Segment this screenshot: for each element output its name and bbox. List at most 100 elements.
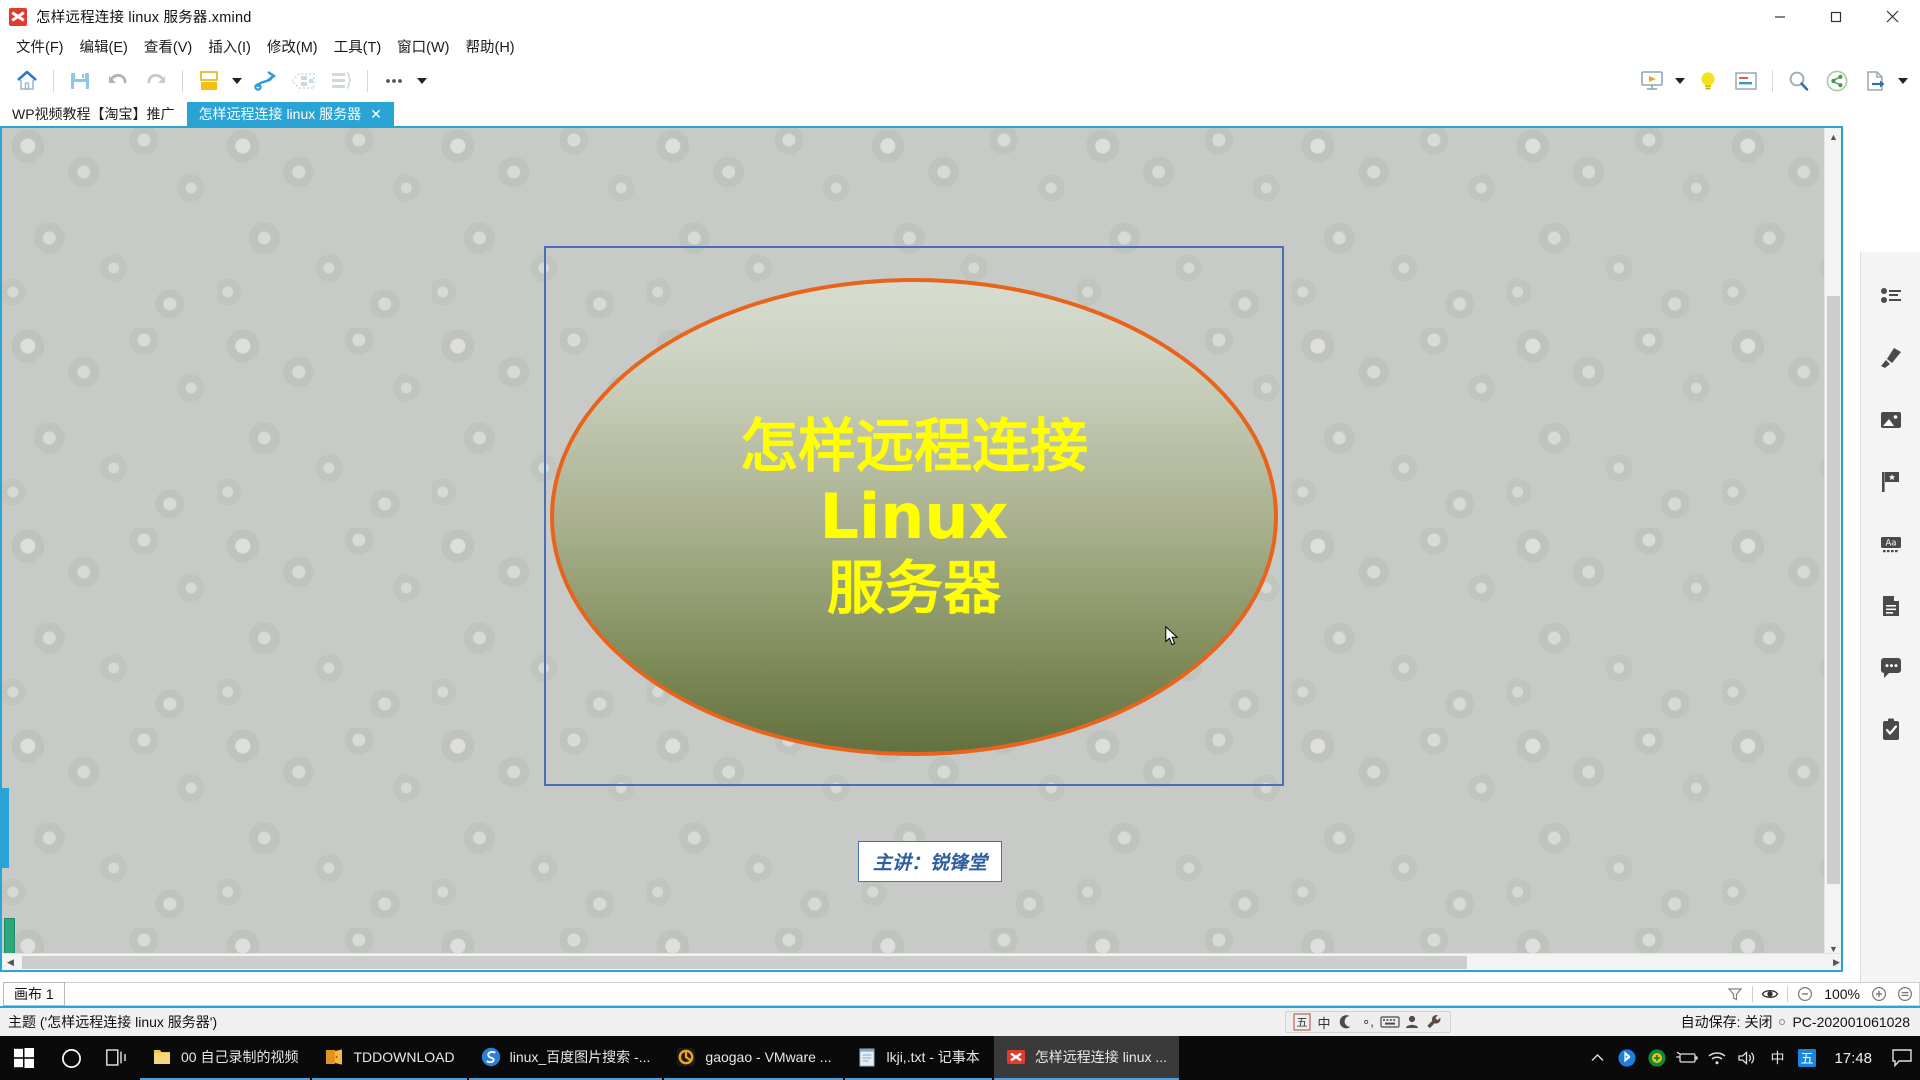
canvas-background: 怎样远程连接 Linux 服务器 主讲：锐锋堂 01:23 <box>2 128 1841 970</box>
windows-start-icon[interactable] <box>0 1036 48 1080</box>
comment-icon[interactable] <box>1869 646 1913 690</box>
notification-icon[interactable] <box>1884 1036 1920 1080</box>
canvas-tab-right-controls: 100% <box>1722 982 1918 1006</box>
taskbar-item-baidu-image-search[interactable]: linux_百度图片搜索 -... <box>468 1036 663 1080</box>
vmware-icon <box>676 1047 696 1067</box>
window-controls <box>1752 0 1920 33</box>
svg-text:五: 五 <box>1801 1052 1814 1067</box>
ime-punctuation-icon[interactable]: ∘, <box>1357 1012 1379 1032</box>
eye-icon[interactable] <box>1757 982 1783 1006</box>
menu-tools[interactable]: 工具(T) <box>327 34 389 59</box>
ime-wubi-icon[interactable]: 五 <box>1792 1036 1822 1080</box>
wifi-icon[interactable] <box>1702 1036 1732 1080</box>
menu-window[interactable]: 窗口(W) <box>390 34 456 59</box>
topic-icon[interactable] <box>190 64 228 98</box>
relationship-icon[interactable] <box>246 64 284 98</box>
volume-icon[interactable] <box>1732 1036 1762 1080</box>
taskbar-item-vmware[interactable]: gaogao - VMware ... <box>664 1036 844 1080</box>
more-icon[interactable] <box>375 64 413 98</box>
mindmap-canvas[interactable]: 怎样远程连接 Linux 服务器 主讲：锐锋堂 01:23 <box>0 126 1843 972</box>
canvas-vertical-scrollbar[interactable]: ▲ ▼ <box>1824 128 1841 970</box>
vertical-scroll-thumb[interactable] <box>1827 296 1840 884</box>
menu-help[interactable]: 帮助(H) <box>459 34 522 59</box>
scroll-up-icon[interactable]: ▲ <box>1825 128 1841 145</box>
filter-icon[interactable] <box>1722 982 1748 1006</box>
scroll-left-icon[interactable]: ◀ <box>2 954 19 970</box>
export-dropdown-caret[interactable] <box>1894 64 1912 98</box>
sogou-browser-icon <box>481 1047 501 1067</box>
canvas-tab-1[interactable]: 画布 1 <box>3 982 65 1006</box>
properties-icon[interactable] <box>1869 274 1913 318</box>
taskbar-clock[interactable]: 17:48 <box>1822 1050 1884 1067</box>
maximize-button[interactable] <box>1808 0 1864 33</box>
taskbar-item-xmind[interactable]: 怎样远程连接 linux ... <box>993 1036 1180 1080</box>
windows-taskbar: 00 自己录制的视频 TDDOWNLOAD linux_百度图片搜索 -... <box>0 1036 1920 1080</box>
right-sidebar: Aa <box>1860 252 1920 1080</box>
battery-icon[interactable] <box>1672 1036 1702 1080</box>
brainstorm-icon[interactable] <box>1689 64 1727 98</box>
presentation-icon[interactable] <box>1633 64 1671 98</box>
ime-moon-icon[interactable] <box>1335 1012 1357 1032</box>
more-dropdown-caret[interactable] <box>413 64 431 98</box>
keyboard-icon[interactable] <box>1379 1012 1401 1032</box>
ime-toolbar[interactable]: 五 中 ∘, <box>1285 1011 1451 1033</box>
topic-dropdown-caret[interactable] <box>228 64 246 98</box>
security-shield-icon[interactable] <box>1642 1036 1672 1080</box>
main-toolbar <box>0 59 1920 102</box>
tab-close-icon[interactable]: ✕ <box>370 106 382 123</box>
task-info-icon[interactable] <box>1869 708 1913 752</box>
image-icon[interactable] <box>1869 398 1913 442</box>
wrench-icon[interactable] <box>1423 1012 1445 1032</box>
horizontal-scroll-thumb[interactable] <box>22 956 1467 969</box>
marker-flag-icon[interactable] <box>1869 460 1913 504</box>
scroll-right-icon[interactable]: ▶ <box>1828 954 1841 970</box>
zoom-in-button[interactable] <box>1866 982 1892 1006</box>
minimize-button[interactable] <box>1752 0 1808 33</box>
folder-open-icon <box>324 1047 344 1067</box>
taskbar-item-videos-folder[interactable]: 00 自己录制的视频 <box>140 1036 311 1080</box>
menu-insert[interactable]: 插入(I) <box>201 34 258 59</box>
bluetooth-icon[interactable] <box>1612 1036 1642 1080</box>
chevron-up-icon[interactable] <box>1582 1036 1612 1080</box>
fit-icon[interactable] <box>1892 982 1918 1006</box>
style-brush-icon[interactable] <box>1869 336 1913 380</box>
redo-icon[interactable] <box>137 64 175 98</box>
sub-topic-presenter[interactable]: 主讲：锐锋堂 <box>858 841 1003 882</box>
canvas-horizontal-scrollbar[interactable]: ◀ ▶ <box>2 953 1841 970</box>
ime-mode-icon[interactable]: 五 <box>1291 1012 1313 1032</box>
toolbar-separator-4 <box>1772 69 1773 92</box>
menu-edit[interactable]: 编辑(E) <box>73 34 135 59</box>
text-format-icon[interactable]: Aa <box>1869 522 1913 566</box>
tab-wp-video-tutorial[interactable]: WP视频教程【淘宝】推广 <box>0 102 187 126</box>
central-topic[interactable]: 怎样远程连接 Linux 服务器 <box>550 278 1278 756</box>
menu-file[interactable]: 文件(F) <box>9 34 71 59</box>
zoom-level-label: 100% <box>1824 986 1860 1002</box>
ime-language-label[interactable]: 中 <box>1313 1012 1335 1032</box>
close-button[interactable] <box>1864 0 1920 33</box>
undo-icon[interactable] <box>99 64 137 98</box>
boundary-icon[interactable] <box>284 64 322 98</box>
menu-bar: 文件(F) 编辑(E) 查看(V) 插入(I) 修改(M) 工具(T) 窗口(W… <box>0 33 1920 59</box>
summary-icon[interactable] <box>322 64 360 98</box>
task-view-icon[interactable] <box>94 1036 140 1080</box>
tab-linux-remote-connect[interactable]: 怎样远程连接 linux 服务器 ✕ <box>186 102 394 126</box>
presentation-dropdown-caret[interactable] <box>1671 64 1689 98</box>
notes-icon[interactable] <box>1869 584 1913 628</box>
central-topic-line-3: 服务器 <box>826 553 1001 622</box>
menu-view[interactable]: 查看(V) <box>137 34 199 59</box>
share-icon[interactable] <box>1818 64 1856 98</box>
taskbar-item-notepad[interactable]: lkji,.txt - 记事本 <box>845 1036 992 1080</box>
autosave-status: 自动保存: 关闭 <box>1680 1014 1773 1030</box>
menu-modify[interactable]: 修改(M) <box>260 34 325 59</box>
search-icon[interactable] <box>1780 64 1818 98</box>
save-icon[interactable] <box>61 64 99 98</box>
zoom-out-button[interactable] <box>1792 982 1818 1006</box>
cortana-circle-icon[interactable] <box>48 1036 94 1080</box>
canvas-sep-2 <box>1787 986 1789 1002</box>
user-icon[interactable] <box>1401 1012 1423 1032</box>
export-icon[interactable] <box>1856 64 1894 98</box>
ime-chinese-icon[interactable]: 中 <box>1762 1036 1792 1080</box>
taskbar-item-tddownload[interactable]: TDDOWNLOAD <box>312 1036 467 1080</box>
home-icon[interactable] <box>8 64 46 98</box>
outline-icon[interactable] <box>1727 64 1765 98</box>
